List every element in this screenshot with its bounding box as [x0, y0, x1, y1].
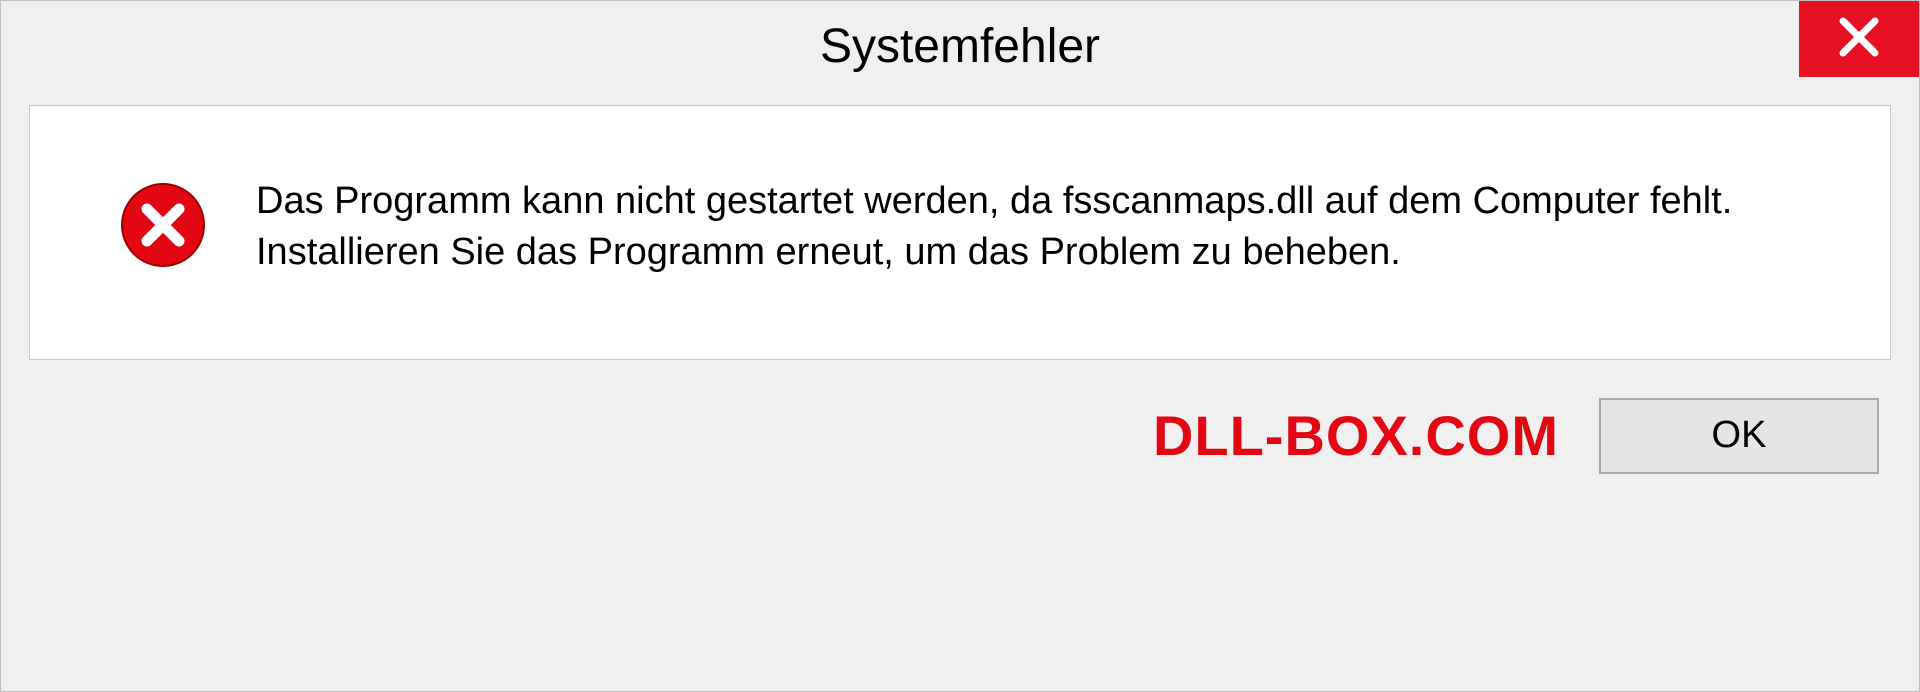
close-icon	[1837, 15, 1881, 64]
watermark-text: DLL-BOX.COM	[1153, 403, 1559, 468]
dialog-title: Systemfehler	[820, 19, 1100, 74]
ok-button[interactable]: OK	[1599, 398, 1879, 474]
content-area: Das Programm kann nicht gestartet werden…	[29, 105, 1891, 360]
error-message: Das Programm kann nicht gestartet werden…	[256, 176, 1736, 279]
close-button[interactable]	[1799, 1, 1919, 77]
footer: DLL-BOX.COM OK	[1, 380, 1919, 504]
error-dialog: Systemfehler Das Programm kann nicht ges…	[0, 0, 1920, 692]
titlebar: Systemfehler	[1, 1, 1919, 91]
error-icon	[120, 182, 206, 268]
